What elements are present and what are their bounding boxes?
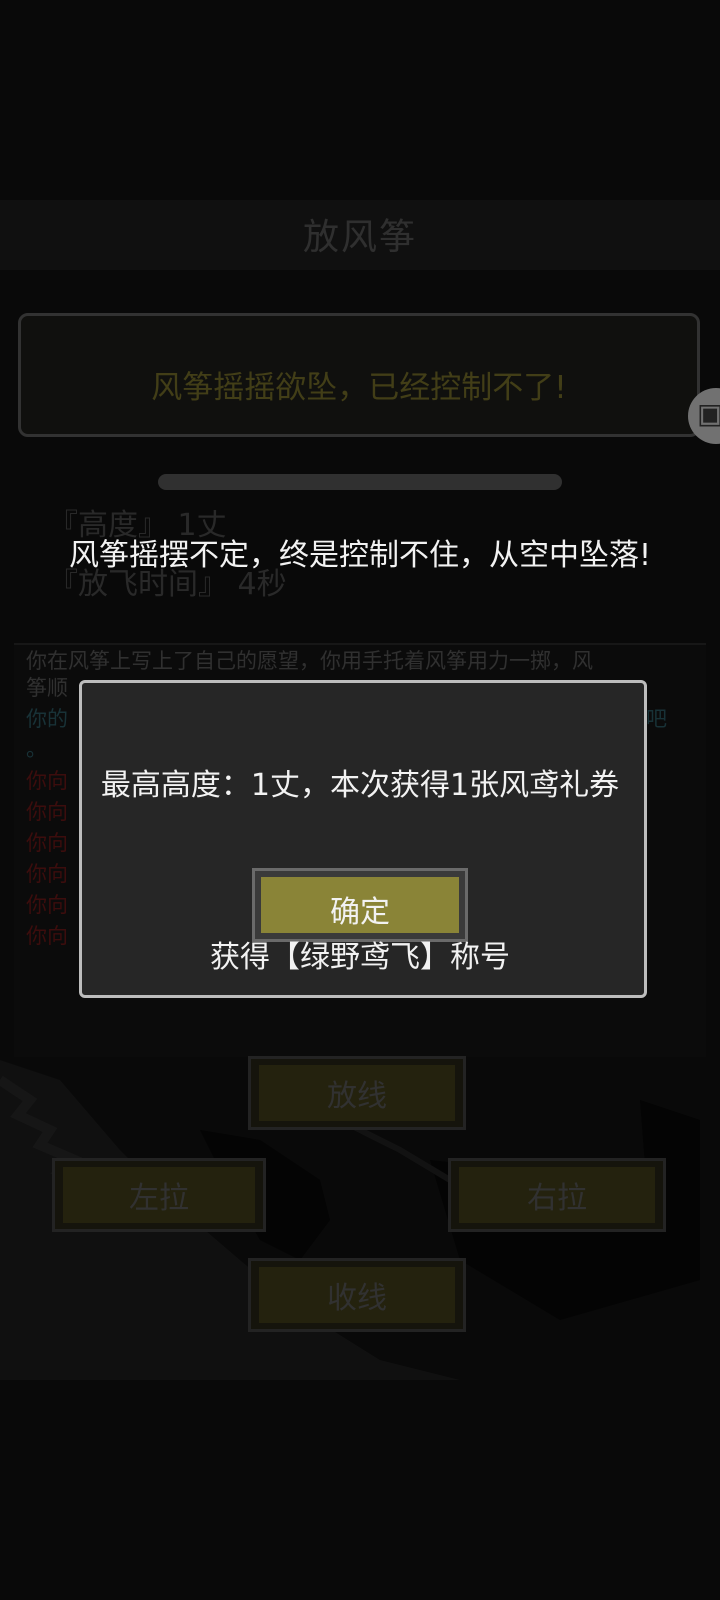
toast-message: 风筝摇摆不定，终是控制不住，从空中坠落! xyxy=(68,538,652,573)
title-award-toast: 获得【绿野鸢飞】称号 xyxy=(210,940,510,975)
result-message: 最高高度：1丈，本次获得1张风鸢礼券 xyxy=(100,768,620,803)
confirm-button-label: 确定 xyxy=(330,895,390,930)
